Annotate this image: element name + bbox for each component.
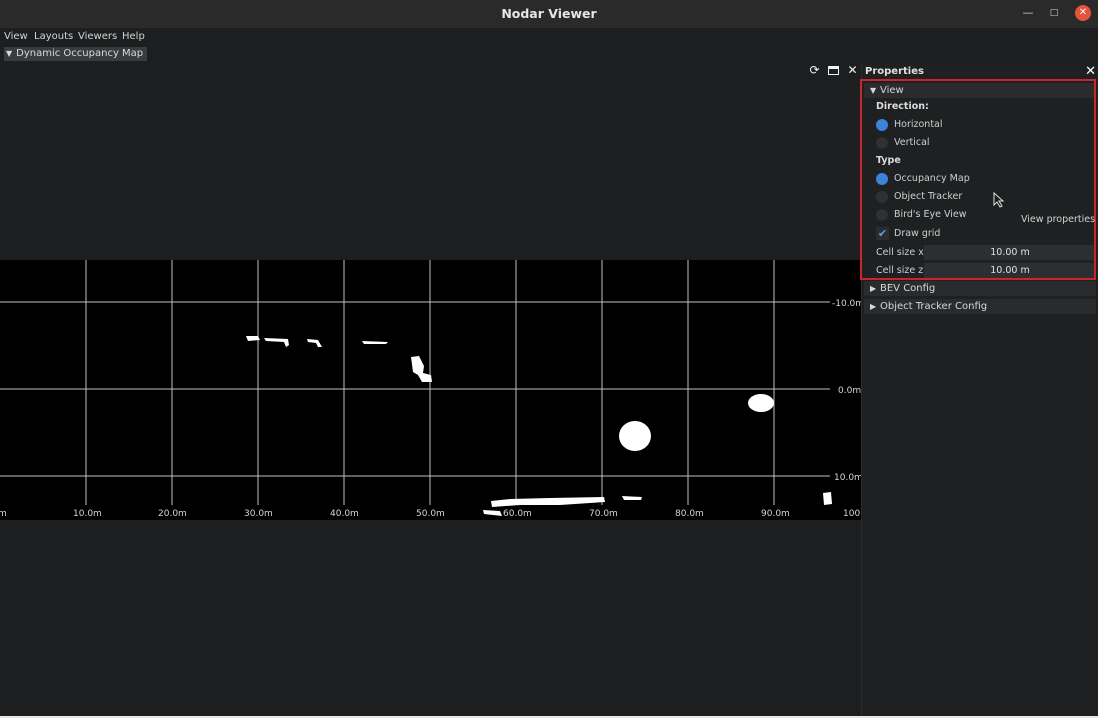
radio-birds-eye-view-label: Bird's Eye View: [894, 209, 967, 220]
obstacle: [483, 510, 502, 516]
y-tick-label: -10.0m: [832, 299, 861, 309]
close-viewer-icon[interactable]: ✕: [846, 64, 859, 77]
menu-viewers[interactable]: Viewers: [78, 31, 117, 42]
bev-config-section-header[interactable]: ▶ BEV Config: [864, 281, 1096, 296]
maximize-window-icon[interactable]: □: [1046, 5, 1062, 21]
radio-selected-icon[interactable]: [876, 119, 888, 131]
properties-title: Properties: [865, 66, 924, 77]
direction-label: Direction:: [876, 101, 929, 112]
cell-size-x-row: Cell size x 10.00 m: [876, 245, 1096, 261]
obstacle: [748, 394, 774, 412]
x-tick-label: 90.0m: [761, 509, 790, 519]
close-window-icon[interactable]: ✕: [1075, 5, 1091, 21]
x-tick-label: 10.0m: [73, 509, 102, 519]
radio-unselected-icon[interactable]: [876, 209, 888, 221]
bev-config-label: BEV Config: [880, 283, 936, 294]
view-section-label: View: [880, 85, 904, 96]
refresh-icon[interactable]: ⟳: [808, 64, 821, 77]
draw-grid-checkbox[interactable]: ✔ Draw grid: [876, 227, 1096, 243]
window-title: Nodar Viewer: [501, 6, 597, 21]
obstacle: [619, 421, 651, 451]
x-tick-label: 80.0m: [675, 509, 704, 519]
radio-selected-icon[interactable]: [876, 173, 888, 185]
obstacle: [307, 339, 322, 347]
obstacle: [411, 356, 432, 382]
cell-size-z-row: Cell size z 10.00 m: [876, 263, 1096, 279]
draw-grid-label: Draw grid: [894, 228, 941, 239]
radio-unselected-icon[interactable]: [876, 191, 888, 203]
menu-bar: View Layouts Viewers Help: [0, 30, 1098, 45]
radio-object-tracker-label: Object Tracker: [894, 191, 963, 202]
collapsed-triangle-icon: ▶: [870, 284, 877, 293]
dropdown-triangle-icon[interactable]: ▼: [6, 47, 12, 61]
radio-occupancy-map-label: Occupancy Map: [894, 173, 970, 184]
x-tick-label: 50.0m: [416, 509, 445, 519]
menu-help[interactable]: Help: [122, 31, 145, 42]
mouse-cursor-icon: [993, 191, 1005, 211]
obstacle: [264, 338, 289, 347]
maximize-icon[interactable]: [827, 64, 840, 77]
obstacle: [622, 496, 642, 500]
occupancy-map[interactable]: -10.0m 0.0m 10.0m m 10.0m 20.0m 30.0m 40…: [0, 260, 861, 520]
close-properties-icon[interactable]: ✕: [1085, 64, 1096, 79]
view-section-header[interactable]: ▼ View: [864, 83, 1096, 98]
radio-unselected-icon[interactable]: [876, 137, 888, 149]
x-tick-label: 60.0m: [503, 509, 532, 519]
x-tick-label: 100: [843, 509, 860, 519]
object-tracker-config-section-header[interactable]: ▶ Object Tracker Config: [864, 299, 1096, 314]
cell-size-x-input[interactable]: 10.00 m: [924, 245, 1096, 260]
y-tick-label: 0.0m: [838, 386, 861, 396]
tab-label: Dynamic Occupancy Map: [16, 48, 144, 59]
y-tick-label: 10.0m: [834, 473, 861, 483]
object-tracker-config-label: Object Tracker Config: [880, 301, 988, 312]
radio-vertical-label: Vertical: [894, 137, 930, 148]
x-tick-label: 30.0m: [244, 509, 273, 519]
x-tick-label: m: [0, 509, 7, 519]
obstacles: [246, 336, 832, 516]
x-tick-label: 70.0m: [589, 509, 618, 519]
window-titlebar: Nodar Viewer — □ ✕: [0, 0, 1098, 28]
obstacle: [823, 492, 832, 505]
obstacle: [491, 497, 605, 507]
cell-size-z-input[interactable]: 10.00 m: [924, 263, 1096, 278]
checkmark-icon[interactable]: ✔: [876, 227, 889, 240]
cell-size-x-label: Cell size x: [876, 247, 924, 258]
radio-horizontal-label: Horizontal: [894, 119, 943, 130]
properties-panel: Properties ✕ ▼ View Direction: Horizontal…: [861, 63, 1098, 718]
menu-layouts[interactable]: Layouts: [34, 31, 73, 42]
menu-view[interactable]: View: [4, 31, 28, 42]
tab-dynamic-occupancy-map[interactable]: ▼ Dynamic Occupancy Map: [4, 47, 148, 61]
x-tick-label: 40.0m: [330, 509, 359, 519]
obstacle: [362, 341, 388, 344]
minimize-icon[interactable]: —: [1020, 5, 1036, 21]
tooltip: View properties: [1021, 214, 1096, 225]
x-tick-label: 20.0m: [158, 509, 187, 519]
type-label: Type: [876, 155, 901, 166]
collapsed-triangle-icon: ▶: [870, 302, 877, 311]
cell-size-z-label: Cell size z: [876, 265, 924, 276]
expanded-triangle-icon: ▼: [870, 86, 877, 95]
